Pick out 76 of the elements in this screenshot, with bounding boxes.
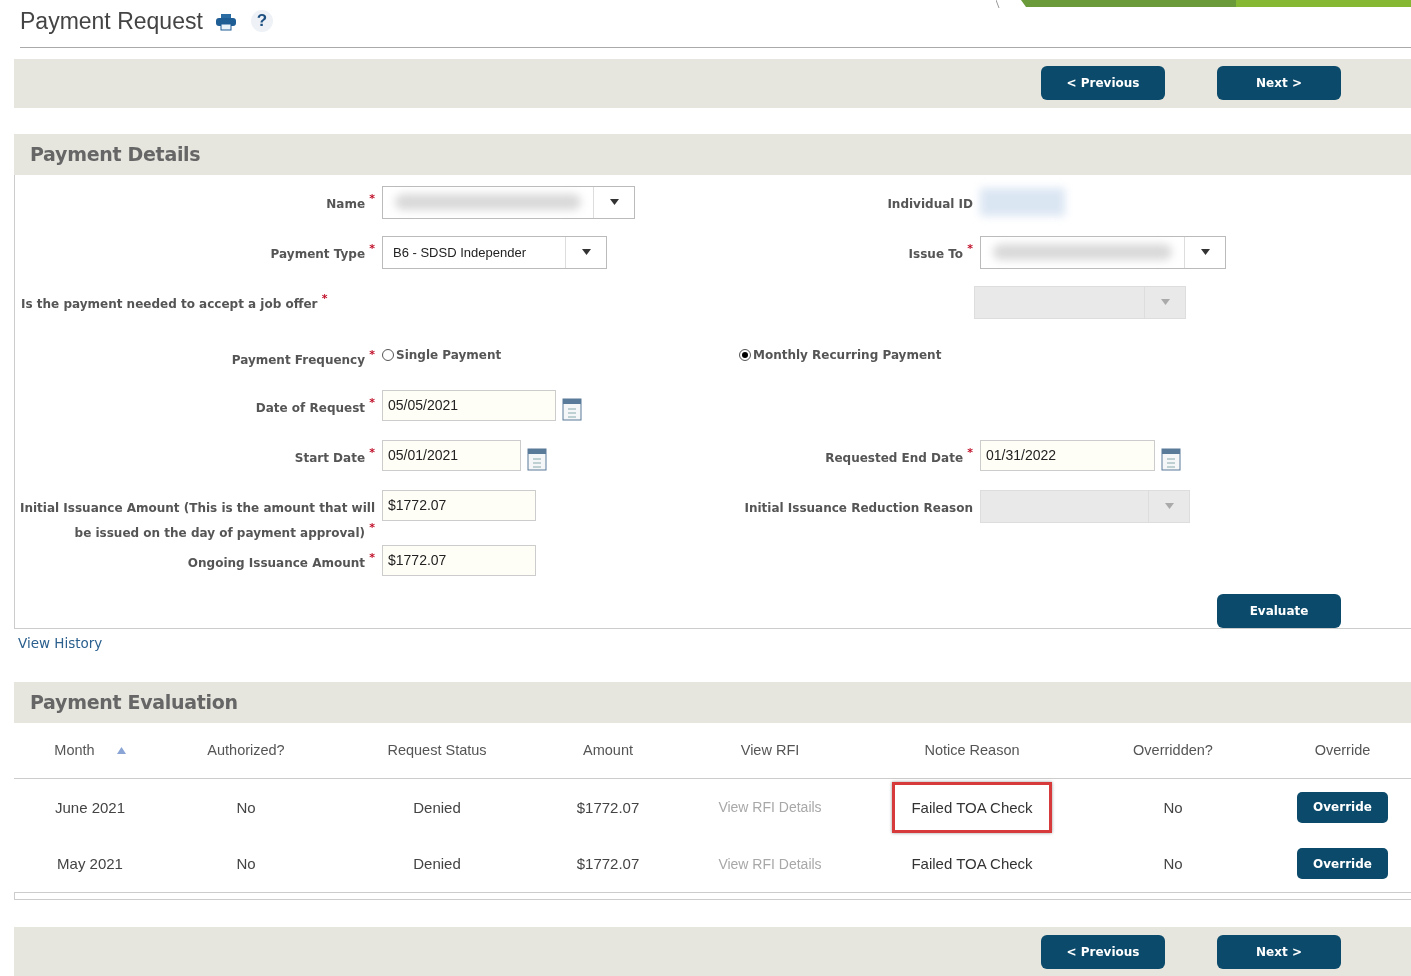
table-cell: No [1163, 798, 1183, 816]
printer-icon[interactable] [214, 13, 237, 31]
field-label: Initial Issuance Amount (This is the amount that will be issued on the day of payment approval) * [19, 499, 375, 542]
required-asterisk: * [369, 241, 375, 255]
next-button[interactable]: Next > [1217, 66, 1341, 101]
column-header[interactable]: View RFI [668, 742, 872, 759]
page-title: Payment Request [20, 8, 203, 35]
column-header[interactable]: Request Status [326, 742, 548, 759]
field-label: Date of Request * [254, 394, 375, 417]
field-label: Payment Frequency * [230, 346, 375, 369]
sort-icon[interactable] [116, 746, 126, 754]
required-asterisk: * [369, 445, 375, 459]
field-label: Requested End Date * [824, 444, 973, 467]
field-label: Name * [325, 190, 375, 213]
field-label: Initial Issuance Reduction Reason [743, 499, 973, 517]
text-field[interactable]: $1772.07 [382, 489, 536, 521]
required-asterisk: * [369, 395, 375, 409]
next-button[interactable]: Next > [1217, 934, 1341, 969]
required-asterisk: * [369, 347, 375, 361]
required-asterisk: * [321, 291, 328, 305]
dropdown-field[interactable] [382, 185, 635, 219]
table-cell: June 2021 [54, 798, 126, 816]
date-field[interactable]: 01/31/2022 [980, 439, 1155, 471]
table-cell: No [1163, 855, 1183, 873]
radio-option[interactable]: Monthly Recurring Payment [739, 341, 942, 362]
required-asterisk: * [967, 241, 973, 255]
column-header[interactable]: Amount [548, 742, 668, 759]
required-asterisk: * [369, 520, 375, 534]
caret-icon [1160, 299, 1170, 306]
column-header[interactable]: Month [14, 742, 166, 759]
field-label: Individual ID [886, 195, 973, 213]
dropdown-field[interactable] [980, 235, 1226, 269]
calendar-icon[interactable] [562, 396, 582, 421]
table-cell: $1772.07 [576, 855, 640, 873]
required-asterisk: * [369, 550, 375, 564]
date-field[interactable]: 05/05/2021 [382, 389, 556, 421]
table-cell: May 2021 [57, 855, 123, 873]
view-history-link[interactable]: View History [18, 634, 103, 651]
field-label: Ongoing Issuance Amount * [186, 549, 375, 572]
override-button[interactable]: Override [1297, 848, 1388, 880]
section-title: Payment Details [30, 143, 201, 166]
evaluate-button[interactable]: Evaluate [1217, 593, 1341, 628]
caret-icon [1164, 503, 1174, 510]
required-asterisk: * [369, 191, 375, 205]
column-header[interactable]: Override [1274, 742, 1411, 759]
radio-option[interactable]: Single Payment [382, 341, 502, 362]
override-button[interactable]: Override [1297, 791, 1388, 823]
caret-icon [609, 199, 619, 206]
required-asterisk: * [967, 445, 973, 459]
radio-button[interactable] [739, 348, 751, 361]
column-header[interactable]: Notice Reason [872, 742, 1072, 759]
column-header[interactable]: Authorized? [166, 742, 326, 759]
previous-button[interactable]: < Previous [1041, 934, 1165, 969]
column-header[interactable]: Overridden? [1072, 742, 1274, 759]
table-cell: Denied [413, 798, 461, 816]
dropdown-field[interactable]: B6 - SDSD Independer [382, 235, 607, 269]
field-label: Issue To * [907, 240, 973, 263]
field-label: Start Date * [293, 444, 375, 467]
highlighted-cell: Failed TOA Check [892, 781, 1052, 833]
text-field[interactable]: $1772.07 [382, 544, 536, 576]
caret-icon [1200, 249, 1210, 256]
radio-button[interactable] [382, 348, 394, 361]
question-label: Is the payment needed to accept a job offer * [20, 290, 329, 313]
field-label: Payment Type * [269, 240, 375, 263]
table-cell: Denied [413, 855, 461, 873]
date-field[interactable]: 05/01/2021 [382, 439, 521, 471]
calendar-icon[interactable] [527, 446, 547, 471]
caret-icon [581, 249, 591, 256]
table-cell: No [236, 798, 256, 816]
table-cell: No [236, 855, 256, 873]
section-title: Payment Evaluation [30, 691, 238, 714]
help-icon[interactable]: ? [250, 10, 273, 32]
previous-button[interactable]: < Previous [1041, 66, 1165, 101]
calendar-icon[interactable] [1161, 446, 1181, 471]
table-cell: Failed TOA Check [911, 855, 1033, 873]
table-cell: $1772.07 [576, 798, 640, 816]
